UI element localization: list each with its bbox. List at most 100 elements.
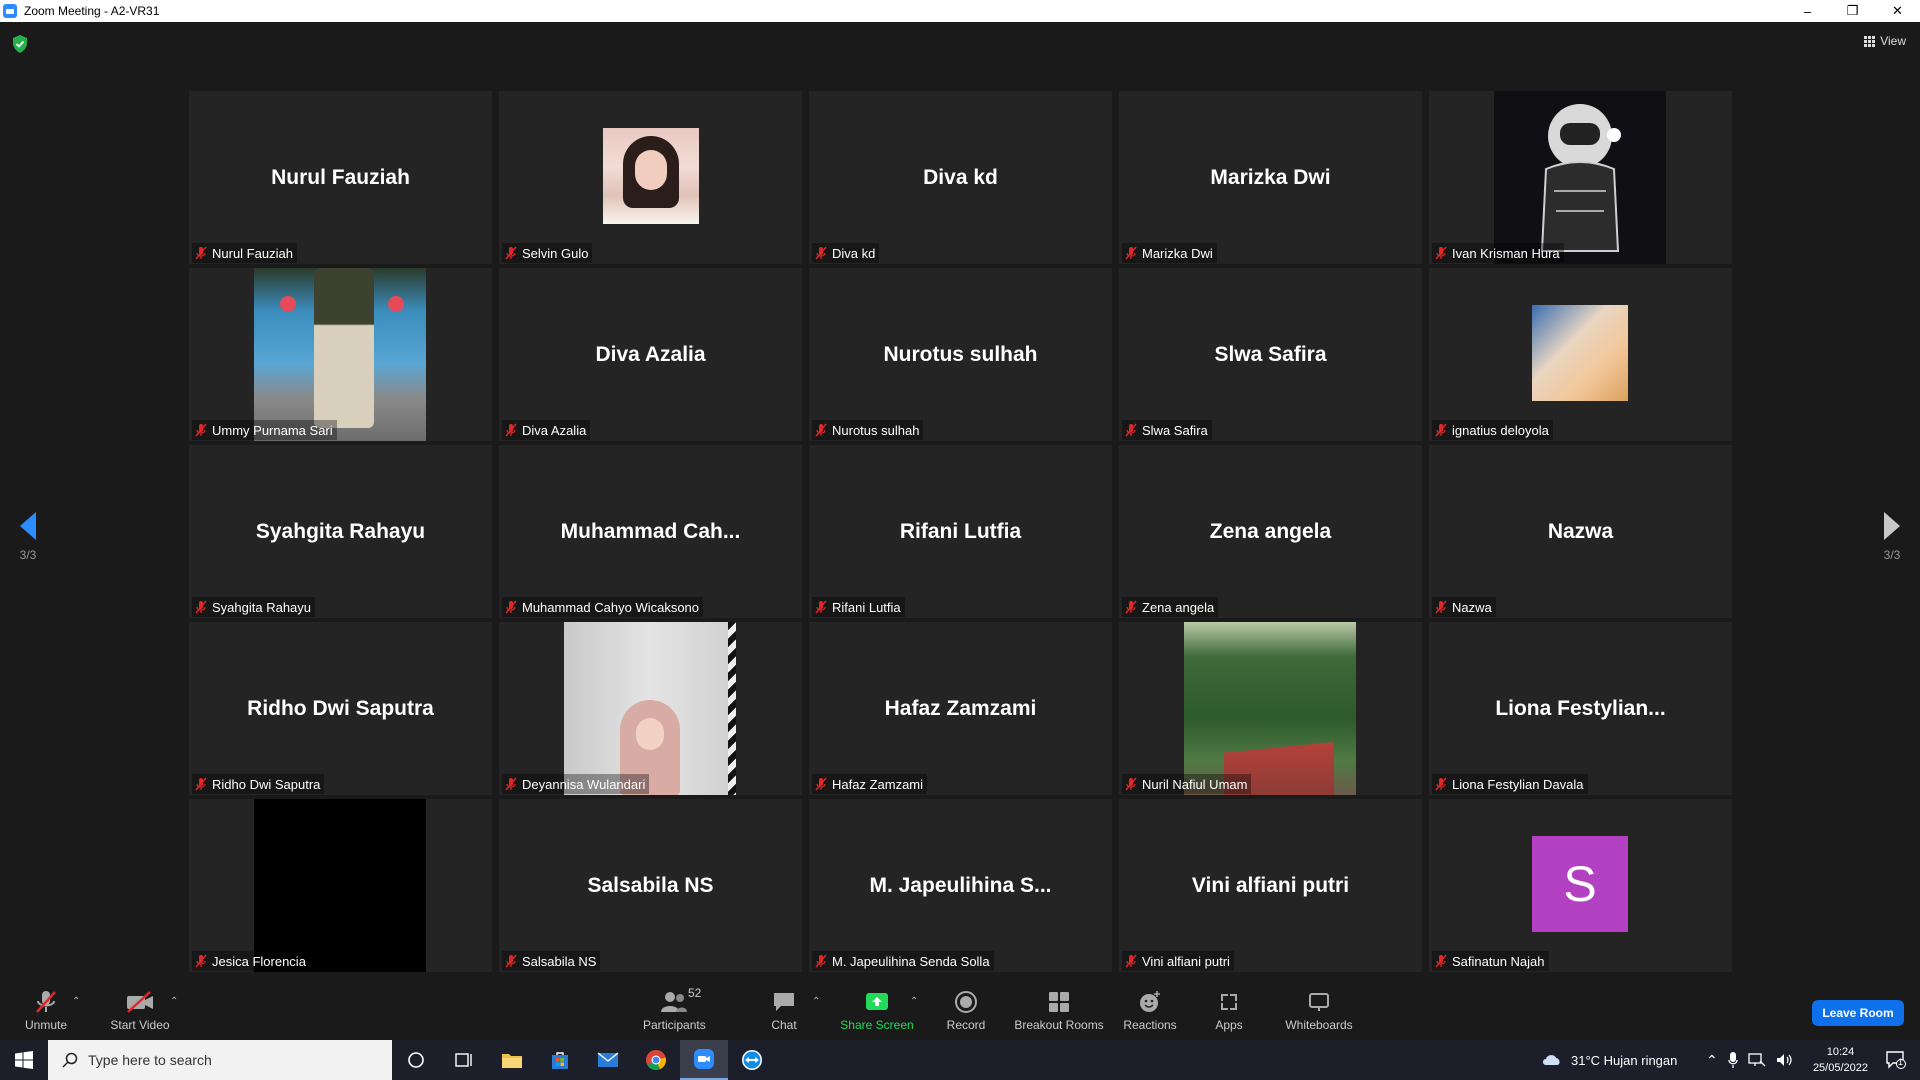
chrome-button[interactable] (632, 1040, 680, 1080)
participant-name: Liona Festylian Davala (1452, 776, 1584, 792)
encryption-shield-icon[interactable] (12, 35, 28, 53)
participant-video (254, 799, 426, 972)
participant-tile[interactable]: Nuril Nafiul Umam (1119, 622, 1422, 795)
weather-widget[interactable]: 31°C Hujan ringan (1541, 1040, 1677, 1080)
participant-tile[interactable]: Slwa Safira Slwa Safira (1119, 268, 1422, 441)
participant-tile[interactable]: Nurotus sulhah Nurotus sulhah (809, 268, 1112, 441)
mic-muted-icon (194, 423, 208, 437)
microphone-icon[interactable] (1728, 1052, 1738, 1068)
zoom-taskbar-button[interactable] (680, 1040, 728, 1080)
reactions-button[interactable]: Reactions (1122, 990, 1178, 1032)
weather-text: 31°C Hujan ringan (1571, 1052, 1678, 1068)
participant-tile[interactable]: Rifani Lutfia Rifani Lutfia (809, 445, 1112, 618)
mic-muted-icon (814, 600, 828, 614)
store-icon (552, 1052, 568, 1069)
participant-tile[interactable]: Diva Azalia Diva Azalia (499, 268, 802, 441)
microsoft-store-button[interactable] (536, 1040, 584, 1080)
start-video-label: Start Video (110, 1018, 170, 1032)
folder-icon (502, 1054, 522, 1068)
participant-display-name: Nazwa (1547, 519, 1614, 543)
participant-name-label: Safinatun Najah (1432, 951, 1549, 971)
participant-tile[interactable]: Muhammad Cah... Muhammad Cahyo Wicaksono (499, 445, 802, 618)
participant-name-label: Rifani Lutfia (812, 597, 905, 617)
view-label: View (1880, 34, 1906, 48)
participant-display-name: Rifani Lutfia (899, 519, 1022, 543)
participant-tile[interactable]: S Safinatun Najah (1429, 799, 1732, 972)
window-titlebar: Zoom Meeting - A2-VR31 – ❐ ✕ (0, 0, 1920, 22)
participant-tile[interactable]: Ummy Purnama Sari (189, 268, 492, 441)
mic-muted-icon (1124, 777, 1138, 791)
participant-name: Vini alfiani putri (1142, 953, 1230, 969)
mic-muted-icon (1124, 423, 1138, 437)
window-title: Zoom Meeting - A2-VR31 (24, 4, 160, 18)
participant-tile[interactable]: Salsabila NS Salsabila NS (499, 799, 802, 972)
start-video-button[interactable]: Start Video (106, 990, 174, 1032)
participant-tile[interactable]: Nazwa Nazwa (1429, 445, 1732, 618)
participant-tile[interactable]: Syahgita Rahayu Syahgita Rahayu (189, 445, 492, 618)
participant-tile[interactable]: Zena angela Zena angela (1119, 445, 1422, 618)
participant-tile[interactable]: ignatius deloyola (1429, 268, 1732, 441)
grid-view-icon (1864, 35, 1876, 47)
participant-display-name: Syahgita Rahayu (255, 519, 426, 543)
whiteboards-button[interactable]: Whiteboards (1284, 990, 1354, 1032)
task-view-button[interactable] (440, 1040, 488, 1080)
participant-display-name: Muhammad Cah... (560, 519, 741, 543)
participant-tile[interactable]: Ivan Krisman Hura (1429, 91, 1732, 264)
participants-count: 52 (688, 986, 702, 1000)
participant-video (1184, 622, 1356, 795)
unmute-button[interactable]: Unmute (18, 990, 74, 1032)
participant-tile[interactable]: Vini alfiani putri Vini alfiani putri (1119, 799, 1422, 972)
mic-muted-icon (194, 246, 208, 260)
breakout-rooms-icon (1049, 992, 1069, 1012)
participants-button[interactable]: 52 Participants (643, 986, 706, 1032)
view-button[interactable]: View (1864, 34, 1906, 48)
start-button[interactable] (0, 1040, 48, 1080)
participant-tile[interactable]: Hafaz Zamzami Hafaz Zamzami (809, 622, 1112, 795)
participant-display-name: Ridho Dwi Saputra (247, 696, 434, 720)
participant-name-label: Selvin Gulo (502, 243, 593, 263)
file-explorer-button[interactable] (488, 1040, 536, 1080)
avatar: S (1532, 836, 1628, 932)
participant-tile[interactable]: Marizka Dwi Marizka Dwi (1119, 91, 1422, 264)
participant-name-label: Zena angela (1122, 597, 1219, 617)
participant-name-label: Nurotus sulhah (812, 420, 924, 440)
participant-name-label: Nazwa (1432, 597, 1496, 617)
caret-up-icon: ⌃ (910, 996, 919, 1007)
participant-name: Nurul Fauziah (212, 245, 293, 261)
network-icon[interactable] (1748, 1053, 1766, 1067)
participant-tile[interactable]: Ridho Dwi Saputra Ridho Dwi Saputra (189, 622, 492, 795)
taskbar-search-box[interactable]: Type here to search (48, 1040, 392, 1080)
participant-tile[interactable]: Jesica Florencia (189, 799, 492, 972)
breakout-rooms-button[interactable]: Breakout Rooms (1012, 990, 1106, 1032)
share-screen-button[interactable]: Share Screen (840, 990, 914, 1032)
next-page-button[interactable]: 3/3 (1872, 512, 1912, 562)
participant-tile[interactable]: M. Japeulihina S... M. Japeulihina Senda … (809, 799, 1112, 972)
teamviewer-icon (742, 1050, 762, 1070)
participant-tile[interactable]: Nurul Fauziah Nurul Fauziah (189, 91, 492, 264)
notification-center-button[interactable]: 1 (1886, 1040, 1906, 1080)
close-button[interactable]: ✕ (1875, 0, 1920, 22)
participant-name: Safinatun Najah (1452, 953, 1545, 969)
participant-tile[interactable]: Diva kd Diva kd (809, 91, 1112, 264)
teamviewer-button[interactable] (728, 1040, 776, 1080)
cortana-button[interactable] (392, 1040, 440, 1080)
mic-muted-icon (1434, 423, 1448, 437)
apps-button[interactable]: Apps (1214, 990, 1244, 1032)
minimize-button[interactable]: – (1785, 0, 1830, 22)
taskbar-clock[interactable]: 10:24 25/05/2022 (1813, 1044, 1868, 1076)
participants-icon (661, 992, 687, 1012)
participant-video (564, 622, 736, 795)
mail-button[interactable] (584, 1040, 632, 1080)
chat-button[interactable]: Chat (766, 990, 802, 1032)
restore-button[interactable]: ❐ (1830, 0, 1875, 22)
previous-page-button[interactable]: 3/3 (8, 512, 48, 562)
leave-room-button[interactable]: Leave Room (1812, 1000, 1904, 1026)
participant-tile[interactable]: Liona Festylian... Liona Festylian Davala (1429, 622, 1732, 795)
share-screen-label: Share Screen (840, 1018, 914, 1032)
participant-tile[interactable]: Deyannisa Wulandari (499, 622, 802, 795)
chevron-up-icon[interactable]: ⌃ (1706, 1052, 1718, 1069)
record-button[interactable]: Record (944, 990, 988, 1032)
participant-name: Diva kd (832, 245, 876, 261)
participant-tile[interactable]: Selvin Gulo (499, 91, 802, 264)
volume-icon[interactable] (1776, 1053, 1794, 1067)
